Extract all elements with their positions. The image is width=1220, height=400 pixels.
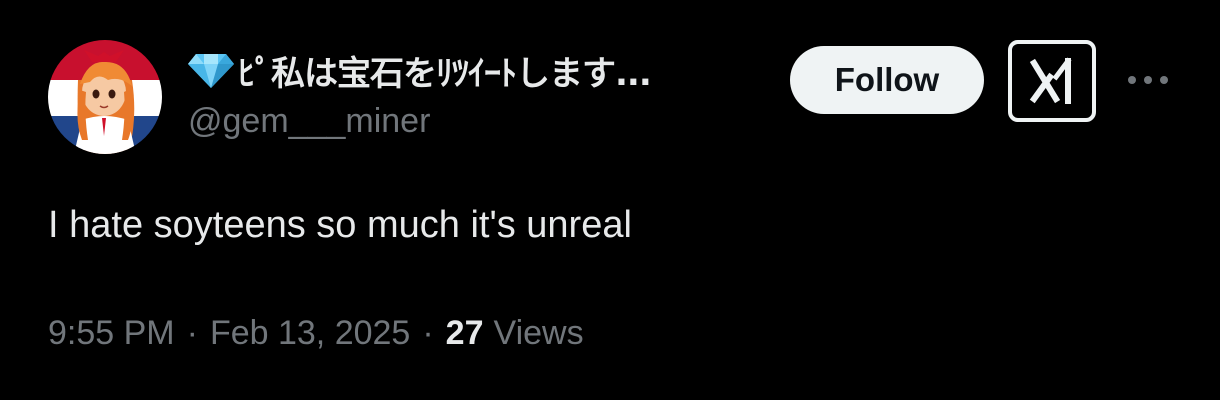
- tweet-text: I hate soyteens so much it's unreal: [48, 204, 632, 246]
- more-options-button[interactable]: [1120, 66, 1176, 94]
- tweet-card: ﾋﾟ私は宝石をﾘﾂｲｰﾄします... @gem___miner Follow I…: [0, 0, 1220, 400]
- grok-icon: [1029, 57, 1072, 104]
- author-display-name: ﾋﾟ私は宝石をﾘﾂｲｰﾄします...: [238, 53, 652, 94]
- author-name-row[interactable]: ﾋﾟ私は宝石をﾘﾂｲｰﾄします...: [188, 48, 652, 94]
- tweet-date[interactable]: Feb 13, 2025: [210, 314, 410, 353]
- gem-stone-icon: [188, 54, 234, 88]
- more-options-icon: [1128, 76, 1168, 84]
- views-count: 27: [445, 314, 484, 352]
- author-handle[interactable]: @gem___miner: [188, 102, 430, 141]
- views-label: Views: [493, 314, 584, 352]
- meta-separator: ·: [186, 314, 198, 352]
- author-avatar[interactable]: [48, 40, 162, 154]
- meta-separator: ·: [422, 314, 434, 352]
- tweet-time[interactable]: 9:55 PM: [48, 314, 175, 353]
- follow-button[interactable]: Follow: [790, 46, 984, 114]
- grok-button[interactable]: [1008, 40, 1096, 122]
- anime-girl-avatar-icon: [48, 40, 162, 154]
- tweet-meta: 9:55 PM · Feb 13, 2025 · 27 Views: [48, 314, 584, 353]
